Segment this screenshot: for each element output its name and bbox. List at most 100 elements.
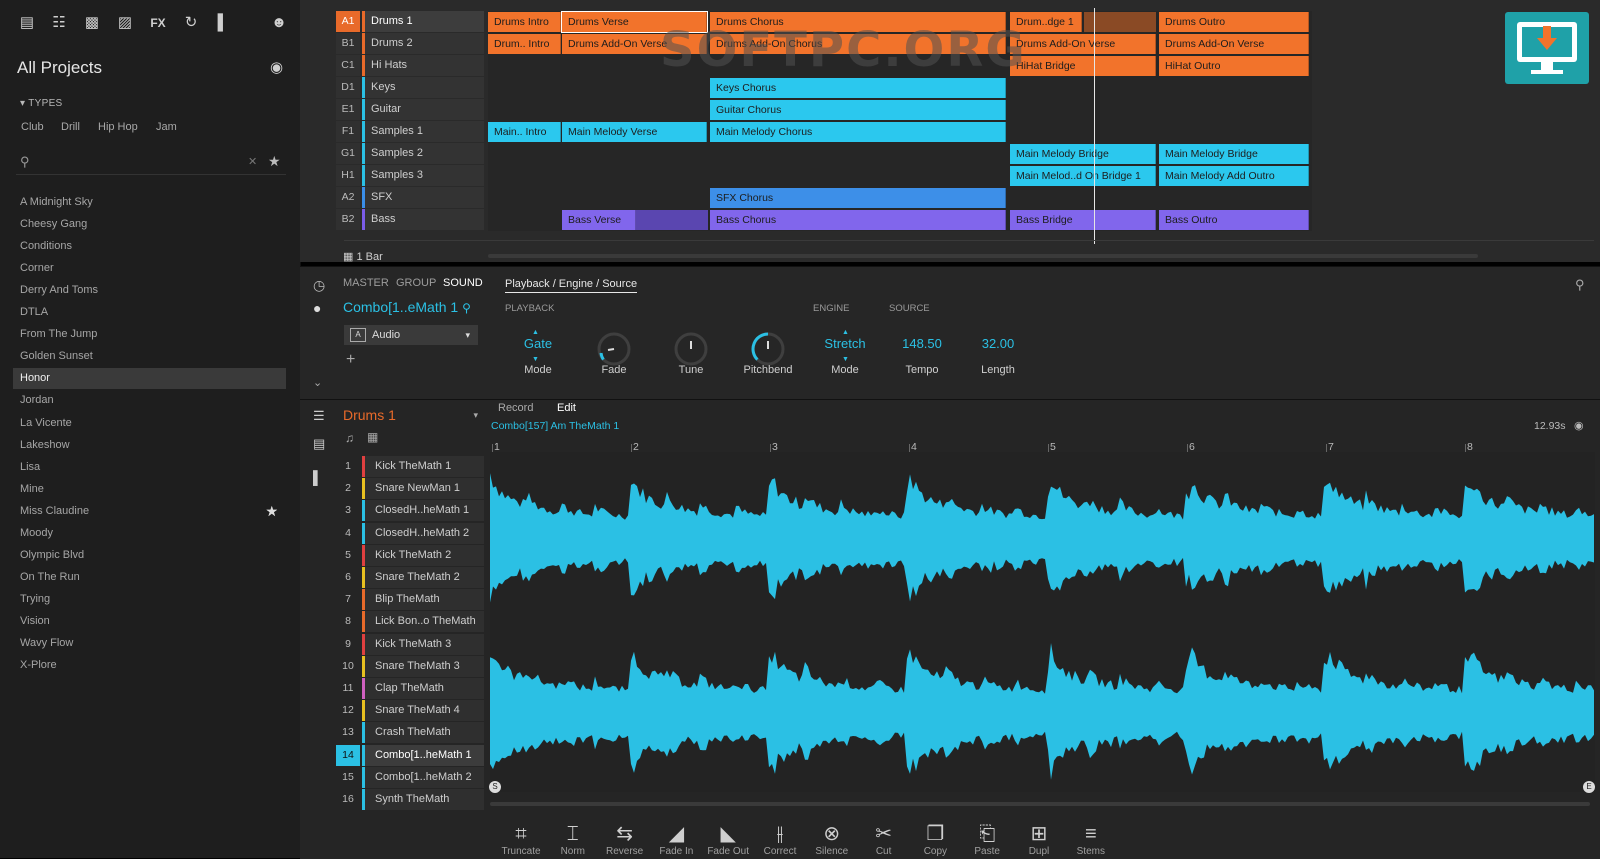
tool-cut-button[interactable]: ✂ Cut (857, 822, 911, 857)
sound-number[interactable]: 10 (336, 656, 360, 677)
sound-name[interactable]: Crash TheMath (362, 722, 484, 744)
track-id[interactable]: A2 (336, 187, 360, 208)
mixer-icon[interactable]: ☰ (313, 408, 325, 424)
sound-number[interactable]: 13 (336, 722, 360, 743)
track-name[interactable]: Hi Hats (362, 55, 484, 76)
sound-slot[interactable]: 14 Combo[1..heMath 1 (336, 744, 484, 766)
track-id[interactable]: G1 (336, 143, 360, 164)
sound-number[interactable]: 12 (336, 700, 360, 721)
clear-search-icon[interactable]: ✕ (248, 155, 257, 168)
sound-slot[interactable]: 10 Snare TheMath 3 (336, 655, 484, 677)
mode-down-arrow-icon[interactable]: ▼ (532, 356, 539, 363)
track-row[interactable]: H1 Samples 3 (336, 165, 484, 186)
sound-name[interactable]: Lick Bon..o TheMath (362, 611, 484, 633)
sound-number[interactable]: 14 (336, 744, 360, 766)
track-name[interactable]: Samples 2 (362, 143, 484, 164)
tool-silence-button[interactable]: ⊗ Silence (805, 822, 859, 857)
arranger-clip[interactable]: Drum.. Intro (488, 34, 561, 54)
arranger-clip[interactable]: Drums Add-On Verse (1010, 34, 1156, 54)
track-id[interactable]: D1 (336, 77, 360, 98)
type-club[interactable]: Club (21, 121, 44, 133)
sound-name[interactable]: Kick TheMath 1 (362, 456, 484, 477)
sound-name[interactable]: Snare TheMath 2 (362, 567, 484, 588)
project-item[interactable]: Vision (13, 611, 286, 632)
tool-norm-button[interactable]: ⌶ Norm (546, 822, 600, 857)
sound-name[interactable]: Snare NewMan 1 (362, 478, 484, 500)
eye-icon[interactable]: ◉ (270, 58, 292, 76)
arranger-clip[interactable]: Bass Outro (1159, 210, 1309, 230)
sound-name[interactable]: Synth TheMath (362, 789, 484, 810)
list-icon[interactable]: ▤ (313, 436, 325, 452)
project-item[interactable]: La Vicente (13, 413, 286, 434)
project-item[interactable]: Trying (13, 589, 286, 610)
project-item[interactable]: Lakeshow (13, 435, 286, 456)
plugin-icon[interactable]: ● (313, 300, 321, 316)
projects-icon[interactable]: ▤ (16, 12, 38, 34)
track-name[interactable]: Drums 2 (362, 33, 484, 54)
tab-edit[interactable]: Edit (557, 402, 576, 414)
sound-number[interactable]: 5 (336, 545, 360, 566)
sound-number[interactable]: 9 (336, 634, 360, 655)
arranger-clip[interactable]: Bass Chorus (710, 210, 1006, 230)
type-jam[interactable]: Jam (156, 121, 177, 133)
source-type-select[interactable]: A Audio ▾ (344, 325, 478, 345)
tune-knob[interactable] (672, 330, 710, 368)
track-row[interactable]: E1 Guitar (336, 99, 484, 120)
track-id[interactable]: F1 (336, 121, 360, 142)
sound-number[interactable]: 4 (336, 523, 360, 544)
sound-name[interactable]: Combo[1..eMath 1 ⚲ (343, 299, 471, 315)
mode-up-arrow-icon[interactable]: ▲ (532, 329, 539, 336)
track-row[interactable]: G1 Samples 2 (336, 143, 484, 164)
sound-slot[interactable]: 9 Kick TheMath 3 (336, 633, 484, 655)
browser-title[interactable]: All Projects (17, 58, 102, 78)
page-title[interactable]: Playback / Engine / Source (505, 278, 638, 293)
sound-number[interactable]: 7 (336, 589, 360, 610)
project-item[interactable]: Conditions (13, 236, 286, 257)
sound-slot[interactable]: 7 Blip TheMath (336, 589, 484, 611)
project-item[interactable]: Derry And Toms (13, 280, 286, 301)
arranger-clip[interactable]: Main Melody Chorus (710, 122, 1006, 142)
arranger-clip[interactable]: HiHat Outro (1159, 56, 1309, 76)
track-name[interactable]: Bass (362, 209, 484, 230)
sound-name[interactable]: Combo[1..heMath 1 (362, 744, 484, 766)
tool-correct-button[interactable]: ⫲ Correct (753, 822, 807, 857)
project-item[interactable]: Jordan (13, 390, 286, 411)
arranger-clip[interactable]: Main Melody Verse (562, 122, 707, 142)
project-item[interactable]: Wavy Flow (13, 633, 286, 654)
tool-copy-button[interactable]: ❐ Copy (908, 822, 962, 857)
tool-fade-out-button[interactable]: ◣ Fade Out (701, 822, 755, 857)
arranger-clip[interactable]: Main Melody Bridge (1010, 144, 1156, 164)
track-row[interactable]: A2 SFX (336, 187, 484, 208)
arranger-clip[interactable]: HiHat Bridge (1010, 56, 1156, 76)
track-id[interactable]: A1 (336, 11, 360, 32)
project-item[interactable]: Golden Sunset (13, 346, 286, 367)
tab-sound[interactable]: SOUND (443, 277, 483, 289)
track-name[interactable]: SFX (362, 187, 484, 208)
arranger-scrollbar[interactable] (488, 254, 1478, 258)
engine-mode-up-arrow-icon[interactable]: ▲ (842, 329, 849, 336)
arranger-clip[interactable]: Guitar Chorus (710, 100, 1006, 120)
track-id[interactable]: C1 (336, 55, 360, 76)
arranger-clip[interactable]: Main Melody Add Outro (1159, 166, 1309, 186)
track-name[interactable]: Drums 1 (362, 11, 484, 32)
sound-slot[interactable]: 11 Clap TheMath (336, 678, 484, 699)
tool-fade-in-button[interactable]: ◢ Fade In (649, 822, 703, 857)
sound-slot[interactable]: 4 ClosedH..heMath 2 (336, 522, 484, 544)
sound-slot[interactable]: 6 Snare TheMath 2 (336, 567, 484, 588)
sound-slot[interactable]: 3 ClosedH..heMath 1 (336, 500, 484, 522)
project-item[interactable]: Moody (13, 523, 286, 544)
type-drill[interactable]: Drill (61, 121, 80, 133)
collapse-chevron-icon[interactable]: ⌄ (313, 376, 322, 389)
tool-reverse-button[interactable]: ⇆ Reverse (598, 822, 652, 857)
sound-number[interactable]: 6 (336, 567, 360, 588)
track-name[interactable]: Samples 3 (362, 165, 484, 186)
grid-size-label[interactable]: ▦ 1 Bar (343, 250, 383, 263)
arranger-clip[interactable]: Drums Add-On Verse (1159, 34, 1309, 54)
bass-verse-tail[interactable] (636, 210, 708, 230)
project-item[interactable]: Olympic Blvd (13, 545, 286, 566)
project-item[interactable]: On The Run (13, 567, 286, 588)
user-icon[interactable]: ☻ (268, 12, 290, 34)
arranger-clip[interactable]: Main Melody Bridge (1159, 144, 1309, 164)
project-item[interactable]: A Midnight Sky (13, 192, 286, 213)
tab-master[interactable]: MASTER (343, 277, 389, 289)
